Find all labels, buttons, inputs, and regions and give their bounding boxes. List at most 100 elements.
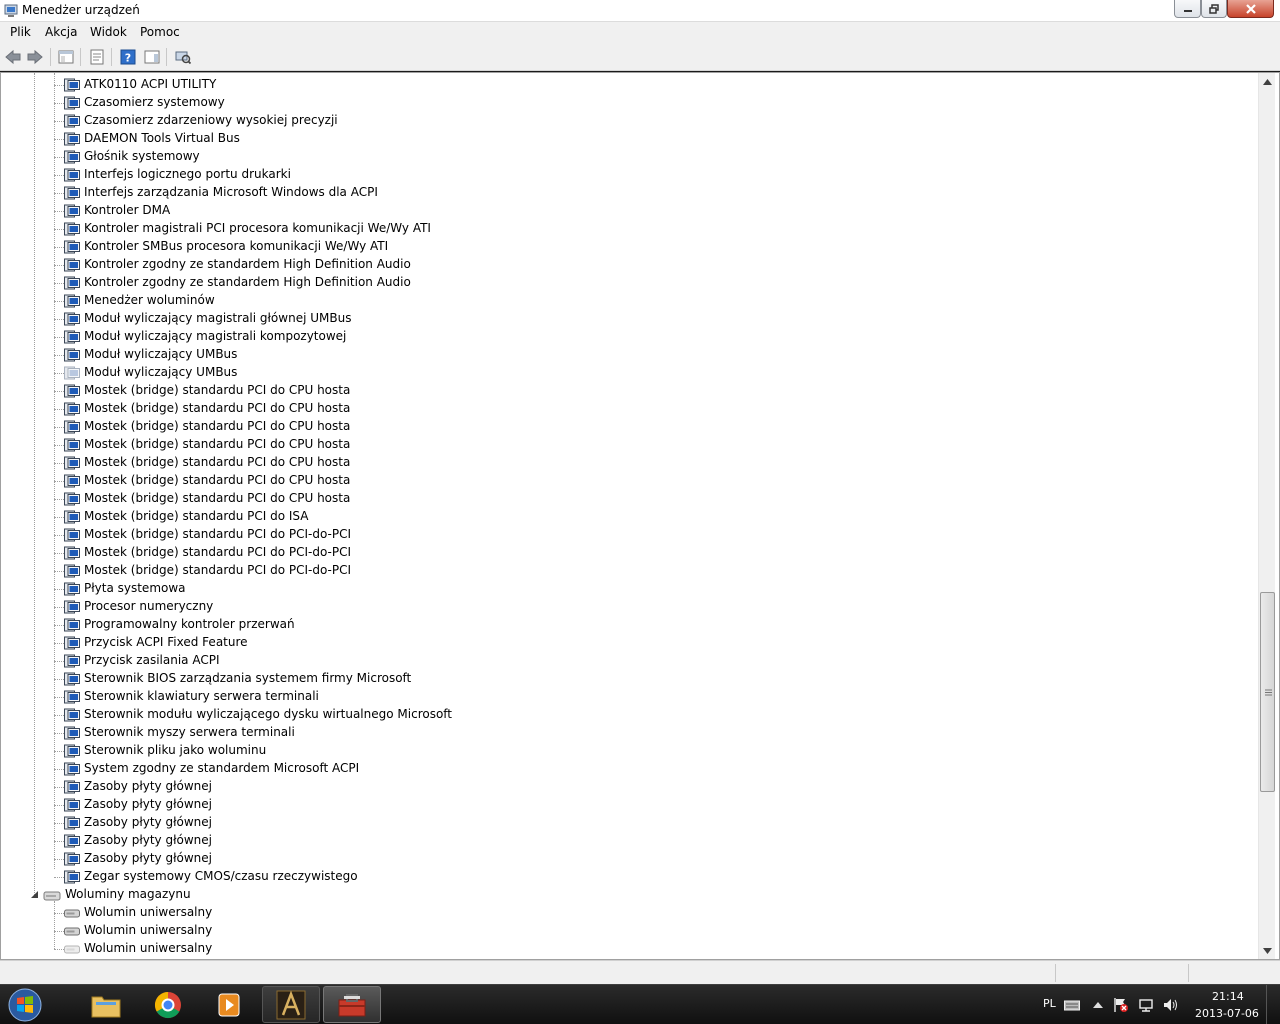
device-row[interactable]: Kontroler zgodny ze standardem High Defi… [1, 256, 1201, 274]
device-row[interactable]: Zegar systemowy CMOS/czasu rzeczywistego [1, 868, 1201, 886]
show-hide-console-tree-button[interactable] [57, 48, 75, 66]
device-row[interactable]: Kontroler zgodny ze standardem High Defi… [1, 274, 1201, 292]
device-row[interactable]: Moduł wyliczający magistrali głównej UMB… [1, 310, 1201, 328]
device-row[interactable]: Menedżer woluminów [1, 292, 1201, 310]
device-row[interactable]: Kontroler SMBus procesora komunikacji We… [1, 238, 1201, 256]
device-row[interactable]: Mostek (bridge) standardu PCI do CPU hos… [1, 454, 1201, 472]
category-storage-volumes[interactable]: Woluminy magazynu [1, 886, 1201, 904]
device-row[interactable]: Moduł wyliczający UMBus [1, 346, 1201, 364]
device-row[interactable]: Mostek (bridge) standardu PCI do PCI-do-… [1, 544, 1201, 562]
minimize-button[interactable] [1174, 0, 1201, 18]
device-row[interactable]: Kontroler DMA [1, 202, 1201, 220]
device-row[interactable]: Mostek (bridge) standardu PCI do ISA [1, 508, 1201, 526]
taskbar-media-player[interactable] [200, 986, 258, 1023]
system-device-icon [64, 276, 80, 290]
device-label: Przycisk ACPI Fixed Feature [84, 635, 248, 649]
toolbox-icon [338, 993, 366, 1016]
keyboard-tray[interactable] [1064, 997, 1080, 1013]
flag-alert-icon [1114, 998, 1128, 1012]
device-row[interactable]: Moduł wyliczający magistrali kompozytowe… [1, 328, 1201, 346]
show-hide-action-pane-button[interactable] [143, 48, 161, 66]
menu-bar: Plik Akcja Widok Pomoc [0, 22, 1280, 43]
system-device-icon [64, 798, 80, 812]
device-row[interactable]: Przycisk zasilania ACPI [1, 652, 1201, 670]
device-row[interactable]: Moduł wyliczający UMBus [1, 364, 1201, 382]
device-row[interactable]: Przycisk ACPI Fixed Feature [1, 634, 1201, 652]
device-row[interactable]: Kontroler magistrali PCI procesora komun… [1, 220, 1201, 238]
device-row[interactable]: Zasoby płyty głównej [1, 814, 1201, 832]
device-row[interactable]: Mostek (bridge) standardu PCI do CPU hos… [1, 400, 1201, 418]
collapse-arrow-icon[interactable] [30, 890, 39, 899]
menu-pomoc[interactable]: Pomoc [140, 25, 180, 39]
device-row[interactable]: Mostek (bridge) standardu PCI do CPU hos… [1, 472, 1201, 490]
scroll-down-button[interactable] [1259, 942, 1276, 959]
vertical-scrollbar[interactable] [1258, 73, 1275, 959]
media-player-icon [218, 993, 240, 1016]
device-row[interactable]: Procesor numeryczny [1, 598, 1201, 616]
forward-button[interactable] [26, 48, 44, 66]
menu-akcja[interactable]: Akcja [45, 25, 77, 39]
device-row[interactable]: Interfejs logicznego portu drukarki [1, 166, 1201, 184]
device-row[interactable]: Interfejs zarządzania Microsoft Windows … [1, 184, 1201, 202]
taskbar-device-manager[interactable] [323, 986, 381, 1023]
start-button[interactable] [4, 987, 46, 1023]
volume-row[interactable]: Wolumin uniwersalny [1, 922, 1201, 940]
scroll-up-button[interactable] [1259, 73, 1276, 90]
device-row[interactable]: Czasomierz systemowy [1, 94, 1201, 112]
device-label: Moduł wyliczający magistrali głównej UMB… [84, 311, 352, 325]
volume-tray[interactable] [1162, 997, 1178, 1013]
device-row[interactable]: DAEMON Tools Virtual Bus [1, 130, 1201, 148]
device-row[interactable]: System zgodny ze standardem Microsoft AC… [1, 760, 1201, 778]
help-button[interactable]: ? [119, 48, 137, 66]
device-row[interactable]: Mostek (bridge) standardu PCI do PCI-do-… [1, 526, 1201, 544]
volume-row[interactable]: Wolumin uniwersalny [1, 940, 1201, 958]
system-device-icon [64, 402, 80, 416]
network-tray[interactable] [1138, 997, 1154, 1013]
action-center-tray[interactable] [1113, 997, 1129, 1013]
device-row[interactable]: Sterownik pliku jako woluminu [1, 742, 1201, 760]
taskbar-chrome[interactable] [139, 986, 197, 1023]
device-row[interactable]: Sterownik BIOS zarządzania systemem firm… [1, 670, 1201, 688]
device-row[interactable]: ATK0110 ACPI UTILITY [1, 76, 1201, 94]
device-label: ATK0110 ACPI UTILITY [84, 77, 217, 91]
menu-widok[interactable]: Widok [90, 25, 127, 39]
device-row[interactable]: Mostek (bridge) standardu PCI do CPU hos… [1, 436, 1201, 454]
device-row[interactable]: Zasoby płyty głównej [1, 832, 1201, 850]
show-hidden-icons-button[interactable] [1090, 997, 1106, 1013]
device-row[interactable]: Sterownik modułu wyliczającego dysku wir… [1, 706, 1201, 724]
taskbar-explorer[interactable] [77, 986, 135, 1023]
menu-plik[interactable]: Plik [10, 25, 31, 39]
clock-date[interactable]: 2013-07-06 [1195, 1007, 1259, 1020]
taskbar-game-app[interactable] [262, 986, 320, 1023]
scrollbar-thumb[interactable] [1260, 592, 1275, 793]
clock-time[interactable]: 21:14 [1212, 990, 1244, 1003]
category-label: Woluminy magazynu [65, 887, 191, 901]
system-device-icon [64, 582, 80, 596]
system-device-icon [64, 78, 80, 92]
properties-button[interactable] [88, 48, 106, 66]
device-row[interactable]: Zasoby płyty głównej [1, 850, 1201, 868]
device-row[interactable]: Programowalny kontroler przerwań [1, 616, 1201, 634]
device-row[interactable]: Mostek (bridge) standardu PCI do PCI-do-… [1, 562, 1201, 580]
device-row[interactable]: Sterownik myszy serwera terminali [1, 724, 1201, 742]
show-desktop-button[interactable] [1266, 985, 1280, 1024]
device-row[interactable]: Czasomierz zdarzeniowy wysokiej precyzji [1, 112, 1201, 130]
device-row[interactable]: Zasoby płyty głównej [1, 778, 1201, 796]
back-button[interactable] [4, 48, 22, 66]
storage-volume-icon [43, 891, 61, 901]
device-label: Mostek (bridge) standardu PCI do PCI-do-… [84, 563, 352, 577]
language-indicator[interactable]: PL [1043, 997, 1056, 1010]
device-row[interactable]: Sterownik klawiatury serwera terminali [1, 688, 1201, 706]
device-row[interactable]: Mostek (bridge) standardu PCI do CPU hos… [1, 418, 1201, 436]
maximize-button[interactable] [1201, 0, 1227, 18]
device-label: Kontroler zgodny ze standardem High Defi… [84, 257, 411, 271]
device-row[interactable]: Zasoby płyty głównej [1, 796, 1201, 814]
close-button[interactable] [1227, 0, 1274, 18]
device-row[interactable]: Mostek (bridge) standardu PCI do CPU hos… [1, 382, 1201, 400]
scan-hardware-changes-button[interactable] [174, 48, 192, 66]
device-row[interactable]: Mostek (bridge) standardu PCI do CPU hos… [1, 490, 1201, 508]
volume-row[interactable]: Wolumin uniwersalny [1, 904, 1201, 922]
restore-icon [1209, 3, 1219, 14]
device-row[interactable]: Głośnik systemowy [1, 148, 1201, 166]
device-row[interactable]: Płyta systemowa [1, 580, 1201, 598]
